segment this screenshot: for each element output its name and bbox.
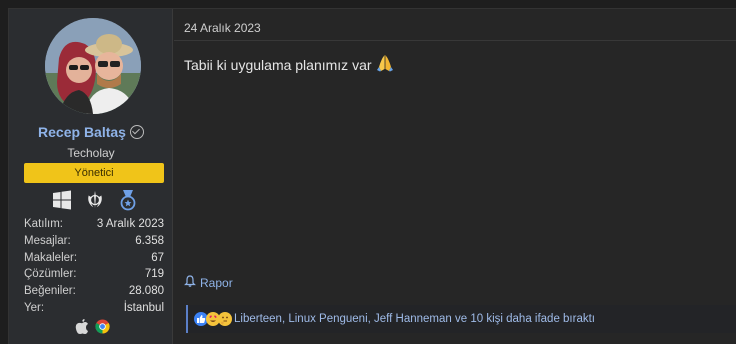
post-message: Tabii ki uygulama planımız var [184, 54, 394, 75]
stat-value: 28.080 [128, 285, 164, 298]
jedi-emblem-icon[interactable] [85, 189, 105, 211]
stat-value: 3 Aralık 2023 [96, 218, 164, 230]
chrome-icon [95, 319, 110, 339]
verified-icon [129, 125, 144, 139]
message-text: Tabii ki uygulama planımız var [184, 56, 372, 73]
stat-label: Beğeniler: [24, 285, 76, 298]
stat-label: Makaleler: [24, 251, 78, 264]
avatar[interactable] [45, 18, 141, 114]
stat-label: Çözümler: [24, 268, 77, 281]
folded-hands-icon [376, 54, 394, 75]
apple-icon [75, 319, 89, 339]
stat-row: Mesajlar: 6.358 [24, 233, 164, 250]
role-badge: Yönetici [24, 163, 164, 183]
stat-row: Yer: İstanbul [24, 300, 164, 317]
post-container: Recep Baltaş Techolay Yönetici Katılım: 3… [8, 8, 736, 344]
stat-label: Katılım: [24, 218, 63, 230]
user-stats: Katılım: 3 Aralık 2023 Mesajlar: 6.358 Mak… [24, 216, 164, 317]
stat-label: Yer: [24, 301, 45, 314]
report-link[interactable]: Rapor [184, 275, 233, 290]
os-icons [75, 319, 110, 339]
stat-value: 719 [144, 268, 164, 281]
stat-row: Katılım: 3 Aralık 2023 [24, 216, 164, 233]
report-label: Rapor [200, 275, 233, 290]
username-link[interactable]: Recep Baltaş [38, 124, 126, 140]
user-title: Techolay [67, 146, 115, 160]
reactions-bar[interactable]: Liberteen, Linux Pengueni, Jeff Hanneman… [186, 305, 736, 333]
stat-value[interactable]: 67 [151, 250, 164, 267]
stat-row: Çözümler: 719 [24, 266, 164, 283]
bell-icon [184, 275, 196, 290]
stat-row: Beğeniler: 28.080 [24, 283, 164, 300]
stat-label: Mesajlar: [24, 234, 71, 247]
stat-value[interactable]: 6.358 [135, 233, 164, 250]
username-row: Recep Baltaş [9, 124, 173, 142]
divider [174, 40, 736, 41]
stat-value: İstanbul [123, 301, 164, 314]
reaction-icons [194, 312, 232, 326]
user-sidebar: Recep Baltaş Techolay Yönetici Katılım: 3… [9, 9, 173, 344]
reactions-text[interactable]: Liberteen, Linux Pengueni, Jeff Hanneman… [234, 313, 595, 325]
post-date[interactable]: 24 Aralık 2023 [184, 21, 261, 35]
windows-icon[interactable] [52, 189, 72, 211]
medal-icon[interactable] [118, 189, 138, 211]
thinking-icon [218, 312, 232, 326]
trophy-icons [52, 189, 142, 213]
stat-row: Makaleler: 67 [24, 250, 164, 267]
